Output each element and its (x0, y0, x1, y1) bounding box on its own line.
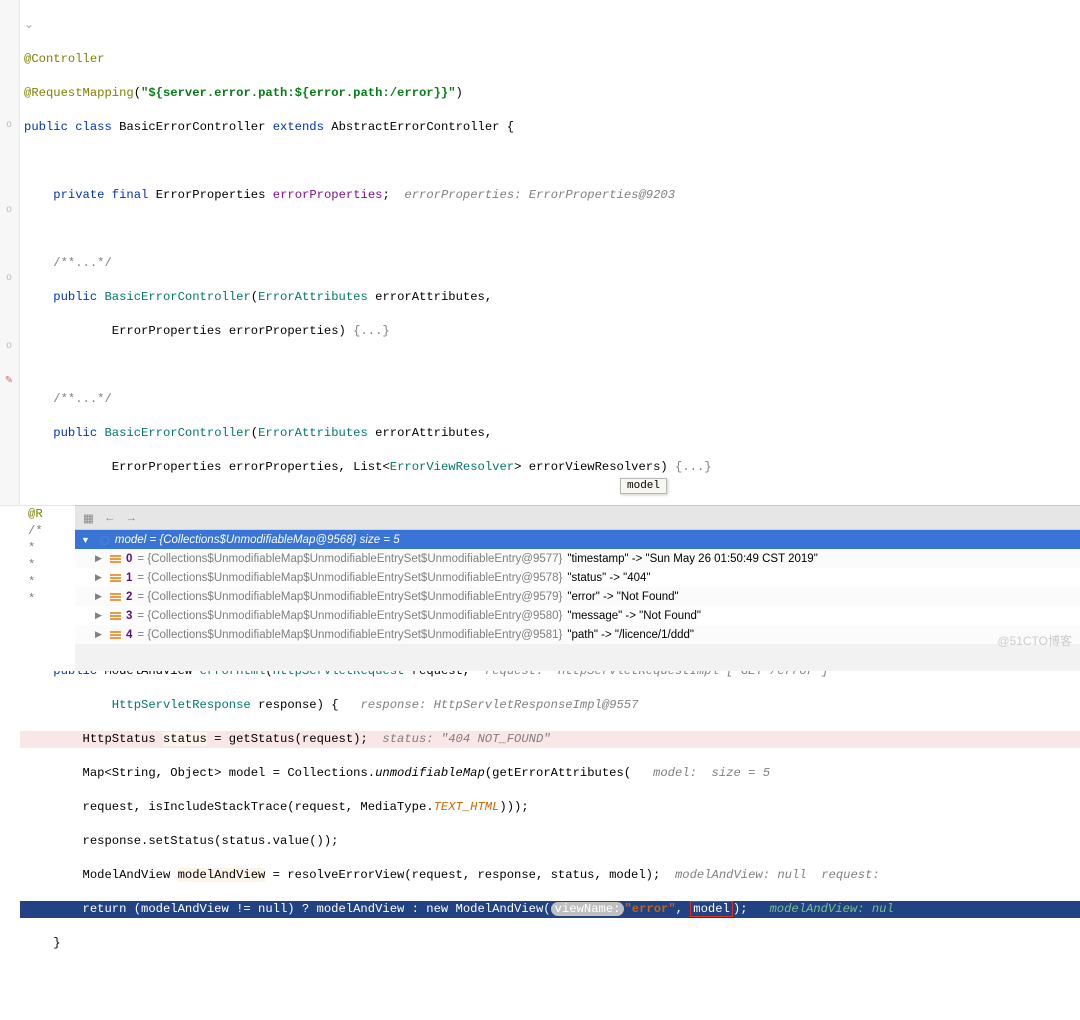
expand-arrow-icon[interactable]: ▶ (95, 553, 105, 564)
override-gutter-icon[interactable]: o (3, 120, 15, 132)
inlay-hint: viewName: (551, 902, 625, 916)
modified-gutter-icon[interactable]: ✎ (3, 375, 15, 387)
annotation: @Controller (24, 52, 104, 66)
evaluated-expression[interactable]: model (690, 901, 733, 917)
fold-marker[interactable]: {...} (675, 460, 712, 474)
map-entry-icon (110, 631, 121, 639)
forward-icon[interactable]: → (125, 512, 137, 524)
map-entry-icon (110, 612, 121, 620)
collapse-arrow-icon[interactable]: ▼ (81, 535, 90, 545)
expand-arrow-icon[interactable]: ▶ (95, 610, 105, 621)
expand-arrow-icon[interactable]: ▶ (95, 591, 105, 602)
override-gutter-icon[interactable]: o (3, 273, 15, 285)
current-execution-line: return (modelAndView != null) ? modelAnd… (20, 901, 1080, 918)
editor-gutter: o o o o ✎ (0, 0, 20, 505)
map-entry-icon (110, 593, 121, 601)
variable-children: ▶ 0 = {Collections$UnmodifiableMap$Unmod… (75, 549, 1080, 644)
link-icon (100, 536, 109, 545)
variable-row[interactable]: ▶ 4 = {Collections$UnmodifiableMap$Unmod… (75, 625, 1080, 644)
override-gutter-icon[interactable]: o (3, 205, 15, 217)
debugger-variables-panel[interactable]: ▦ ← → ▼ model = {Collections$Unmodifiabl… (75, 505, 1080, 671)
expand-arrow-icon[interactable]: ▶ (95, 629, 105, 640)
new-watch-icon[interactable]: ▦ (83, 511, 94, 525)
variable-row[interactable]: ▶ 2 = {Collections$UnmodifiableMap$Unmod… (75, 587, 1080, 606)
variable-root-row[interactable]: ▼ model = {Collections$UnmodifiableMap@9… (75, 530, 1080, 549)
map-entry-icon (110, 555, 121, 563)
back-icon[interactable]: ← (104, 512, 116, 524)
watermark: @51CTO博客 (997, 632, 1072, 649)
fold-marker[interactable]: {...} (353, 324, 390, 338)
hover-tooltip: model (620, 478, 667, 494)
variable-row[interactable]: ▶ 0 = {Collections$UnmodifiableMap$Unmod… (75, 549, 1080, 568)
map-entry-icon (110, 574, 121, 582)
expand-arrow-icon[interactable]: ▶ (95, 572, 105, 583)
editor-leftover: @R /* * * * * (0, 505, 75, 671)
override-gutter-icon[interactable]: o (3, 341, 15, 353)
variable-row[interactable]: ▶ 3 = {Collections$UnmodifiableMap$Unmod… (75, 606, 1080, 625)
debugger-toolbar: ▦ ← → (75, 506, 1080, 530)
variable-row[interactable]: ▶ 1 = {Collections$UnmodifiableMap$Unmod… (75, 568, 1080, 587)
